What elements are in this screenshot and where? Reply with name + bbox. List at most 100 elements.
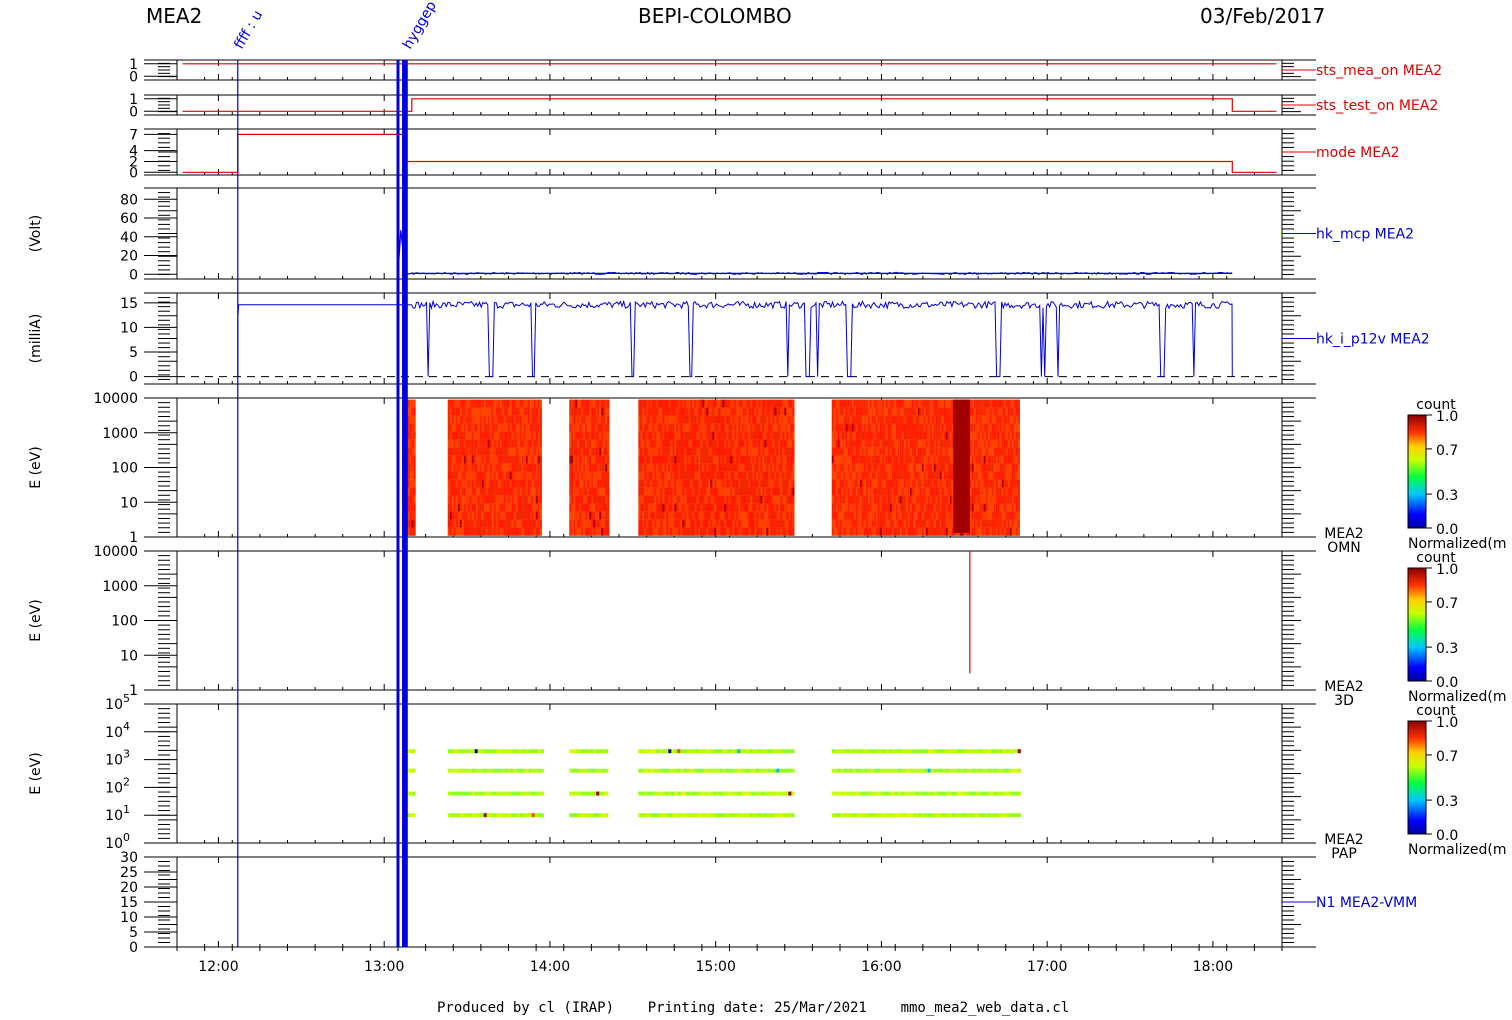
omn-heatmap-cell <box>483 447 486 456</box>
omn-heatmap-cell <box>835 463 838 472</box>
omn-heatmap-cell <box>666 527 669 536</box>
omn-heatmap-cell <box>849 487 852 496</box>
omn-heatmap-cell <box>720 471 723 480</box>
omn-heatmap-cell <box>706 415 709 424</box>
omn-heatmap-cell <box>935 447 938 456</box>
omn-heatmap-cell <box>897 431 900 440</box>
omn-heatmap-cell <box>599 447 602 456</box>
omn-heatmap-cell <box>875 455 878 464</box>
omn-heatmap-cell <box>469 527 472 536</box>
omn-heatmap-cell <box>640 503 643 512</box>
omn-heatmap-cell <box>605 519 608 528</box>
omn-heatmap-cell <box>593 431 596 440</box>
omn-heatmap-cell <box>925 527 928 536</box>
omn-heatmap-cell <box>843 455 846 464</box>
omn-heatmap-cell <box>949 479 952 488</box>
omn-heatmap-cell <box>453 447 456 456</box>
omn-heatmap-cell <box>569 399 572 408</box>
omn-heatmap-cell <box>593 503 596 512</box>
omn-heatmap-cell <box>704 407 707 416</box>
omn-heatmap-cell <box>726 415 729 424</box>
omn-heatmap-cell <box>505 439 508 448</box>
omn-heatmap-cell <box>883 415 886 424</box>
omn-heatmap-cell <box>577 399 580 408</box>
omn-heatmap-cell <box>999 439 1002 448</box>
omn-heatmap-cell <box>881 471 884 480</box>
omn-heatmap-cell <box>485 447 488 456</box>
omn-heatmap-cell <box>997 447 1000 456</box>
omn-heatmap-cell <box>995 431 998 440</box>
omn-heatmap-cell <box>1005 495 1008 504</box>
omn-heatmap-cell <box>656 511 659 520</box>
omn-heatmap-cell <box>907 399 910 408</box>
omn-heatmap-cell <box>917 439 920 448</box>
omn-heatmap-cell <box>501 471 504 480</box>
omn-heatmap-cell <box>509 423 512 432</box>
omn-heatmap-cell <box>981 447 984 456</box>
omn-heatmap-cell <box>989 471 992 480</box>
omn-heatmap-cell <box>833 439 836 448</box>
omn-heatmap-cell <box>708 407 711 416</box>
omn-heatmap-cell <box>935 503 938 512</box>
omn-heatmap-cell <box>744 415 747 424</box>
omn-heatmap-cell <box>493 495 496 504</box>
omn-heatmap-cell <box>758 519 761 528</box>
omn-heatmap-cell <box>927 415 930 424</box>
omn-heatmap-cell <box>949 423 952 432</box>
omn-heatmap-cell <box>461 519 464 528</box>
omn-heatmap-cell <box>497 407 500 416</box>
omn-heatmap-cell <box>702 519 705 528</box>
omn-heatmap-cell <box>593 471 596 480</box>
omn-heatmap-cell <box>861 511 864 520</box>
omn-heatmap-cell <box>889 471 892 480</box>
omn-heatmap-cell <box>983 439 986 448</box>
omn-heatmap-cell <box>471 447 474 456</box>
omn-heatmap-cell <box>640 447 643 456</box>
omn-heatmap-cell <box>776 519 779 528</box>
omn-heatmap-cell <box>583 431 586 440</box>
omn-heatmap-cell <box>1011 463 1014 472</box>
omn-heatmap-cell <box>652 511 655 520</box>
omn-heatmap-cell <box>941 455 944 464</box>
omn-heatmap-cell <box>459 431 462 440</box>
omn-heatmap-cell <box>732 495 735 504</box>
omn-heatmap-cell <box>867 503 870 512</box>
omn-heatmap-cell <box>698 503 701 512</box>
omn-heatmap-cell <box>941 471 944 480</box>
omn-heatmap-cell <box>947 471 950 480</box>
omn-heatmap-cell <box>589 407 592 416</box>
omn-heatmap-cell <box>903 431 906 440</box>
omn-heatmap-cell <box>983 503 986 512</box>
omn-heatmap-cell <box>949 511 952 520</box>
omn-heatmap-cell <box>467 415 470 424</box>
omn-heatmap-cell <box>895 463 898 472</box>
omn-heatmap-cell <box>730 511 733 520</box>
omn-heatmap-cell <box>654 463 657 472</box>
omn-heatmap-cell <box>654 519 657 528</box>
omn-heatmap-cell <box>784 447 787 456</box>
omn-heatmap-cell <box>1011 479 1014 488</box>
omn-heatmap-cell <box>748 423 751 432</box>
omn-heatmap-cell <box>682 415 685 424</box>
omn-heatmap-cell <box>760 455 763 464</box>
omn-heatmap-cell <box>521 487 524 496</box>
omn-heatmap-cell <box>949 503 952 512</box>
omn-heatmap-cell <box>831 479 834 488</box>
omn-heatmap-cell <box>933 487 936 496</box>
omn-heatmap-cell <box>923 431 926 440</box>
omn-heatmap-cell <box>933 511 936 520</box>
omn-heatmap-cell <box>746 495 749 504</box>
omn-heatmap-cell <box>905 471 908 480</box>
omn-heatmap-cell <box>696 439 699 448</box>
omn-heatmap-cell <box>599 455 602 464</box>
omn-heatmap-cell <box>583 423 586 432</box>
omn-heatmap-cell <box>571 487 574 496</box>
omn-heatmap-cell <box>981 399 984 408</box>
omn-heatmap-cell <box>467 407 470 416</box>
mode-label: mode MEA2 <box>1316 145 1400 161</box>
omn-heatmap-cell <box>873 471 876 480</box>
omn-heatmap-cell <box>489 455 492 464</box>
hk_mcp-ruler-marks <box>158 187 1301 280</box>
omn-heatmap-cell <box>569 415 572 424</box>
omn-heatmap-cell <box>485 439 488 448</box>
